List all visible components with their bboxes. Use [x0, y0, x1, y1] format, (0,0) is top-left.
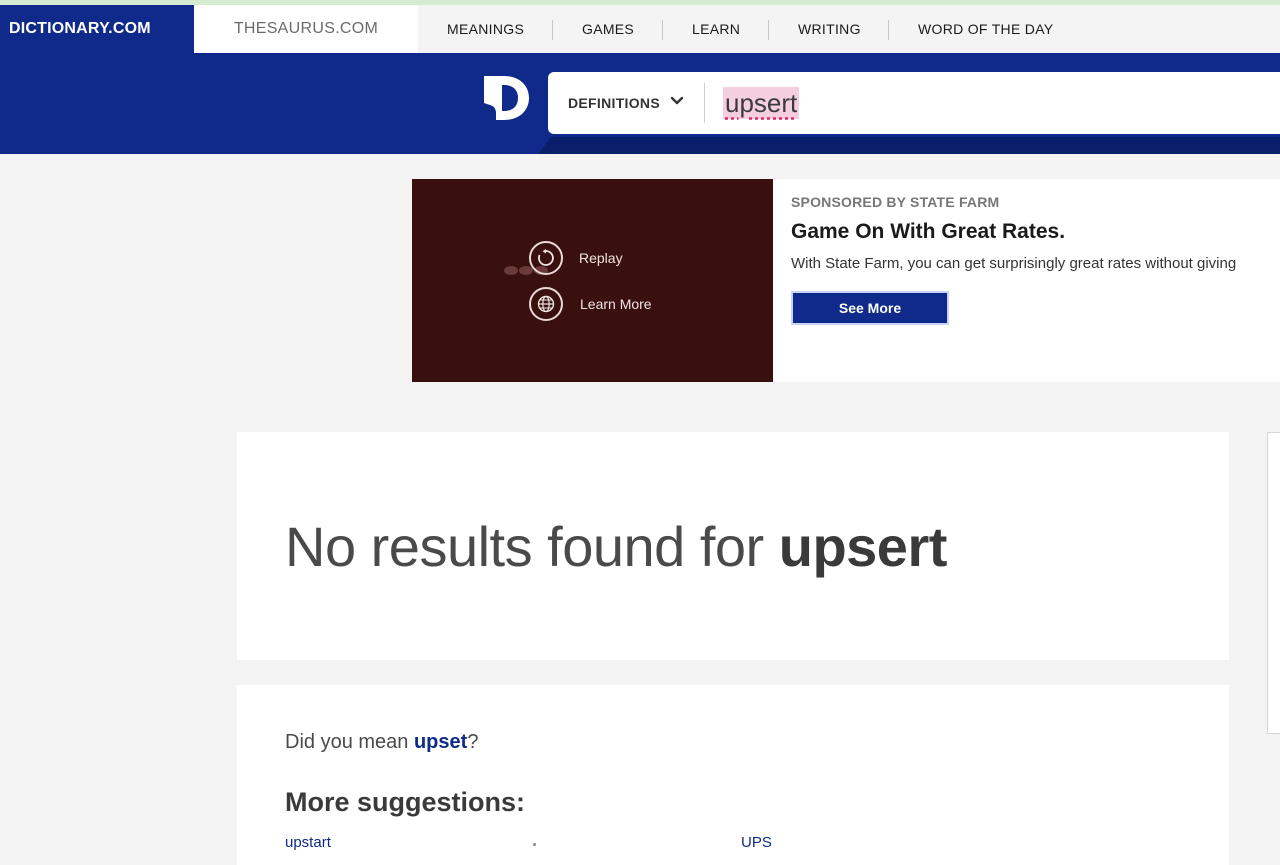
see-more-button[interactable]: See More: [791, 291, 949, 325]
nav-meanings[interactable]: MEANINGS: [447, 5, 524, 53]
side-panel-edge: [1267, 432, 1280, 734]
did-you-mean-link[interactable]: upset: [414, 731, 467, 753]
nav-separator: [888, 20, 889, 40]
did-you-mean-suffix: ?: [467, 731, 479, 753]
ad-video[interactable]: ​ Replay Learn More: [412, 179, 773, 382]
suggestion-bullet: [533, 843, 536, 846]
searched-term: upsert: [778, 515, 948, 578]
learn-more-label[interactable]: Learn More: [580, 296, 652, 312]
globe-icon[interactable]: [529, 287, 563, 321]
definitions-dropdown[interactable]: DEFINITIONS: [568, 72, 660, 134]
nav-separator: [768, 20, 769, 40]
did-you-mean-prefix: Did you mean: [285, 731, 414, 753]
search-header: DEFINITIONS upsert: [0, 53, 1280, 154]
nav-word-of-the-day[interactable]: WORD OF THE DAY: [918, 5, 1053, 53]
no-results-card: No results found for upsert: [237, 432, 1229, 660]
suggestions-card: Did you mean upset? More suggestions: up…: [237, 685, 1229, 865]
ad-description: With State Farm, you can get surprisingl…: [791, 255, 1237, 272]
nav-writing[interactable]: WRITING: [798, 5, 861, 53]
nav-separator: [662, 20, 663, 40]
header-accent-stripe: [529, 137, 1280, 154]
thesaurus-tab[interactable]: THESAURUS.COM: [194, 5, 418, 53]
nav-games[interactable]: GAMES: [582, 5, 634, 53]
search-box: DEFINITIONS upsert: [548, 72, 1280, 134]
no-results-heading: No results found for upsert: [285, 514, 947, 579]
search-input[interactable]: upsert: [723, 87, 800, 119]
replay-icon[interactable]: [529, 241, 563, 275]
suggestion-link[interactable]: UPS: [741, 834, 772, 851]
suggestion-link[interactable]: upstart: [285, 834, 331, 851]
did-you-mean: Did you mean upset?: [285, 731, 478, 754]
ad-text-panel: SPONSORED BY STATE FARM Game On With Gre…: [773, 179, 1280, 382]
search-divider: [704, 83, 705, 123]
no-results-prefix: No results found for: [285, 515, 779, 578]
ad-title[interactable]: Game On With Great Rates.: [791, 220, 1065, 244]
chevron-down-icon[interactable]: [670, 94, 684, 108]
dictionary-tab[interactable]: DICTIONARY.COM: [0, 5, 194, 53]
dictionary-logo-icon[interactable]: [482, 73, 532, 123]
ad-sponsor: SPONSORED BY STATE FARM: [791, 194, 1000, 210]
nav-learn[interactable]: LEARN: [692, 5, 740, 53]
more-suggestions-heading: More suggestions:: [285, 787, 526, 817]
nav-separator: [552, 20, 553, 40]
top-nav: DICTIONARY.COM THESAURUS.COM MEANINGS GA…: [0, 5, 1280, 53]
replay-label[interactable]: Replay: [579, 250, 623, 266]
